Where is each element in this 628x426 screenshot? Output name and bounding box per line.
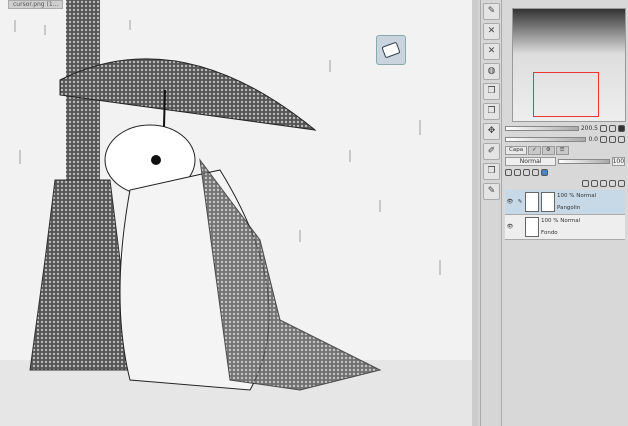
pen-icon: ✎ bbox=[517, 199, 523, 205]
move-tool-icon[interactable]: ✥ bbox=[483, 123, 500, 140]
layer-row[interactable]: 👁 100 % Normal Fondo bbox=[505, 215, 625, 240]
fill-tool-icon[interactable]: ◍ bbox=[483, 63, 500, 80]
lamp-base bbox=[29, 179, 136, 371]
tab-other[interactable]: ⚙ bbox=[541, 146, 555, 155]
right-panel: 200.5 0.0 Capa ✓ ⚙ ☰ Normal 100 👁 ✎ 100 % Nor… bbox=[502, 0, 628, 426]
tab-other[interactable]: ✓ bbox=[528, 146, 541, 155]
zoom-out-icon[interactable] bbox=[600, 125, 607, 132]
layer-tool-icon[interactable]: ❐ bbox=[483, 83, 500, 100]
ruler-tool-icon[interactable]: ✐ bbox=[483, 143, 500, 160]
zoom-in-icon[interactable] bbox=[609, 125, 616, 132]
layer-thumbnail bbox=[525, 192, 539, 212]
rotate-right-icon[interactable] bbox=[609, 136, 616, 143]
layer-thumbnail bbox=[525, 217, 539, 237]
layer-tool-icon[interactable]: ❐ bbox=[483, 163, 500, 180]
eraser-icon bbox=[381, 41, 401, 59]
new-vector-layer-icon[interactable] bbox=[591, 180, 598, 187]
zoom-value: 200.5 bbox=[580, 125, 598, 132]
layer-mask-thumbnail bbox=[541, 192, 555, 212]
tab-layer[interactable]: Capa bbox=[505, 146, 528, 155]
eye-icon[interactable]: 👁 bbox=[505, 224, 515, 230]
reset-rotation-icon[interactable] bbox=[618, 136, 625, 143]
eye-icon[interactable]: 👁 bbox=[505, 199, 515, 205]
lock-icon[interactable] bbox=[514, 169, 521, 176]
navigator-preview[interactable] bbox=[512, 8, 626, 122]
pen-tool-icon[interactable]: ✎ bbox=[483, 183, 500, 200]
canvas-scrollbar[interactable] bbox=[472, 0, 478, 426]
blend-mode-select[interactable]: Normal bbox=[505, 157, 557, 166]
eraser-button[interactable] bbox=[376, 35, 406, 65]
reference-icon[interactable] bbox=[532, 169, 539, 176]
drawing-canvas[interactable]: cursor.png (1... bbox=[0, 0, 478, 426]
mask-icon[interactable] bbox=[609, 180, 616, 187]
fit-icon[interactable] bbox=[618, 125, 625, 132]
rotate-slider[interactable] bbox=[505, 137, 587, 142]
layer-color-icon[interactable] bbox=[505, 169, 512, 176]
delete-layer-icon[interactable] bbox=[618, 180, 625, 187]
folder-icon[interactable] bbox=[600, 180, 607, 187]
new-layer-icon[interactable] bbox=[582, 180, 589, 187]
document-tab-label: cursor.png (1... bbox=[13, 1, 59, 8]
zoom-slider[interactable] bbox=[505, 126, 579, 131]
navigator-view-frame[interactable] bbox=[533, 72, 599, 117]
rotate-left-icon[interactable] bbox=[600, 136, 607, 143]
layer-mode: 100 % Normal bbox=[557, 193, 597, 199]
layer-tool-icon[interactable]: ❐ bbox=[483, 103, 500, 120]
eraser-x-icon[interactable]: ✕ bbox=[483, 23, 500, 40]
layer-row[interactable]: 👁 ✎ 100 % Normal Pangolin bbox=[505, 190, 625, 215]
tool-column: ✎ ✕ ✕ ◍ ❐ ❐ ✥ ✐ ❐ ✎ bbox=[480, 0, 502, 426]
document-tab[interactable]: cursor.png (1... bbox=[8, 0, 64, 9]
pen-tool-icon[interactable]: ✎ bbox=[483, 3, 500, 20]
clip-icon[interactable] bbox=[523, 169, 530, 176]
layer-mode: 100 % Normal bbox=[541, 218, 581, 224]
illustration bbox=[0, 0, 478, 426]
tab-other[interactable]: ☰ bbox=[555, 146, 569, 155]
navigator-header bbox=[502, 0, 628, 6]
opacity-field[interactable]: 100 bbox=[611, 157, 626, 166]
eraser-x-icon[interactable]: ✕ bbox=[483, 43, 500, 60]
color-icon[interactable] bbox=[541, 169, 548, 176]
rotation-value: 0.0 bbox=[588, 136, 598, 143]
opacity-slider[interactable] bbox=[558, 159, 610, 164]
layer-name: Pangolin bbox=[557, 205, 581, 211]
layer-name: Fondo bbox=[541, 230, 558, 236]
